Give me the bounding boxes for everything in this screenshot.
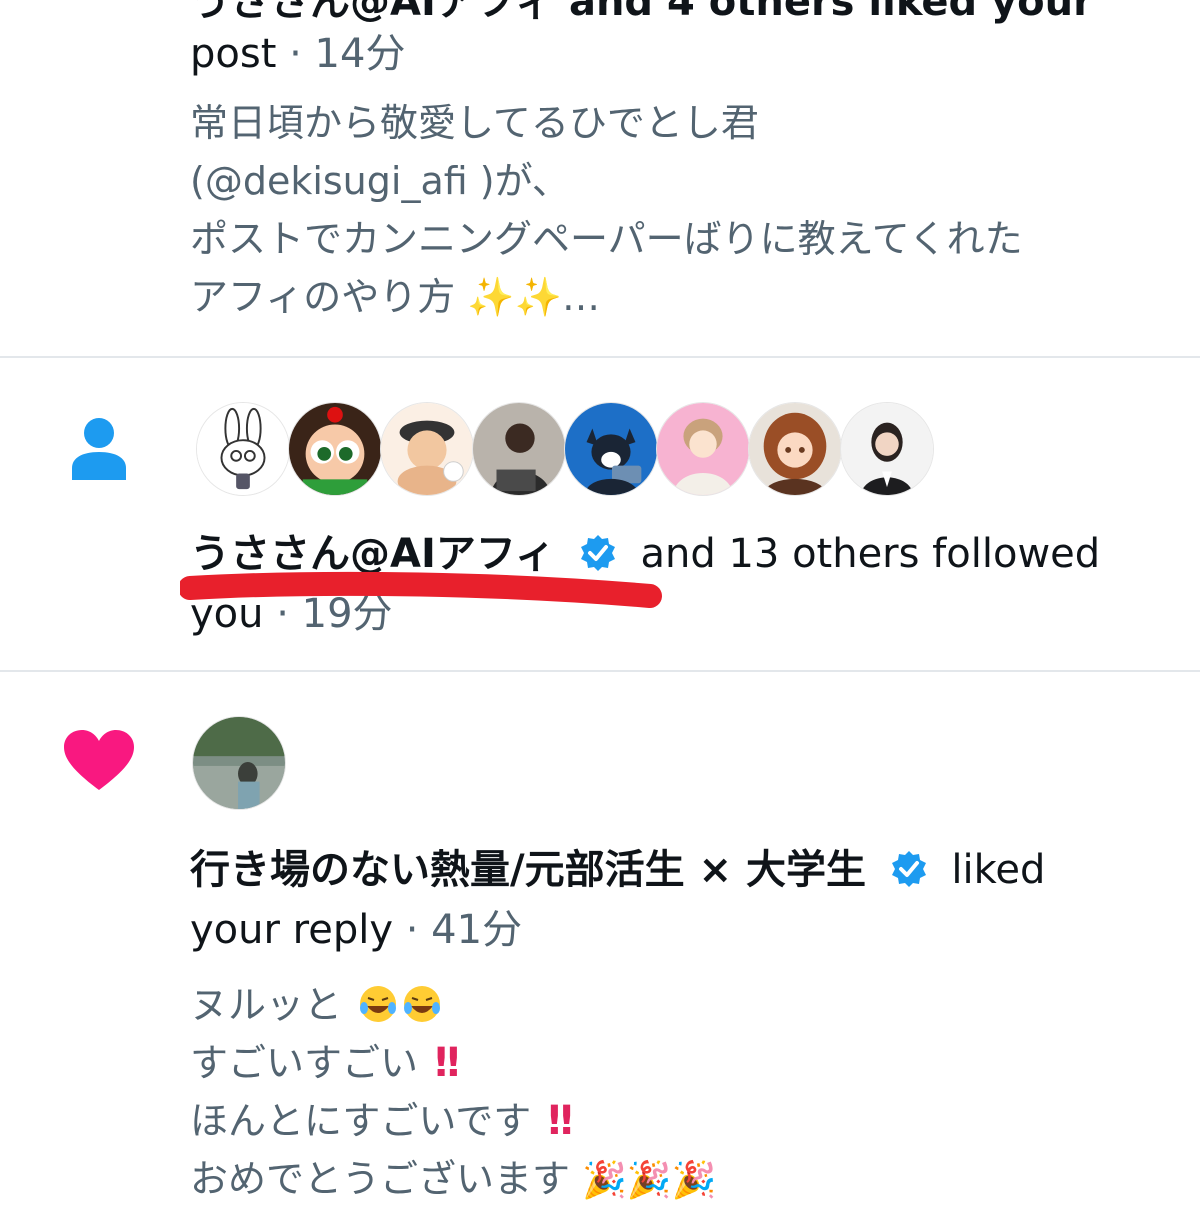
double-exclamation-icon: !! [545, 1098, 576, 1144]
divider [0, 356, 1200, 358]
avatar-woman-photo[interactable] [840, 402, 934, 496]
post-line: (@dekisugi_afi )が、 [190, 159, 570, 203]
laughing-emoji-icon [360, 986, 397, 1022]
verified-badge-icon [580, 535, 615, 571]
avatar-rabbit[interactable] [196, 402, 290, 496]
reply-line: ほんとにすごいです!! [190, 1092, 717, 1150]
divider [0, 670, 1200, 672]
avatar-cartoon-character[interactable] [380, 402, 474, 496]
heart-icon [64, 730, 134, 790]
avatar-woman-illustration[interactable] [656, 402, 750, 496]
party-popper-icon: 🎉🎉🎉 [582, 1160, 717, 1201]
avatar-dog[interactable] [564, 402, 658, 496]
post-line: アフィのやり方 ✨✨… [190, 275, 600, 319]
like-text-line2: your reply · 41分 [190, 907, 523, 953]
avatar-anime-girl[interactable] [748, 402, 842, 496]
red-highlight-mark [180, 571, 662, 608]
verified-badge-icon [891, 851, 926, 887]
reply-line: ヌルッと [190, 976, 717, 1034]
notification-header-cut: うささん@AIアフィ and 4 others liked your [190, 0, 1093, 25]
post-word: post [190, 31, 277, 77]
reply-line: すごいすごい!! [190, 1034, 717, 1092]
post-preview[interactable]: 常日頃から敬愛してるひでとし君 (@dekisugi_afi )が、 ポストでカ… [190, 94, 1023, 326]
notification-header-line2: post · 14分 [190, 31, 406, 77]
double-exclamation-icon: !! [432, 1040, 463, 1086]
avatar-liker[interactable] [192, 716, 286, 810]
person-icon [72, 418, 126, 480]
avatar-man-laptop[interactable] [472, 402, 566, 496]
like-text: 行き場のない熱量/元部活生 × 大学生 liked [190, 844, 1045, 896]
reply-line: おめでとうございます 🎉🎉🎉 [190, 1157, 717, 1201]
avatar-cartoon-girl[interactable] [288, 402, 382, 496]
reply-preview[interactable]: ヌルッと すごいすごい!! ほんとにすごいです!! おめでとうございます 🎉🎉🎉 [190, 976, 717, 1210]
sparkles-icon: ✨✨ [467, 275, 562, 319]
timestamp: 14分 [314, 31, 406, 77]
user-name[interactable]: 行き場のない熱量/元部活生 × 大学生 [190, 847, 866, 893]
post-line: 常日頃から敬愛してるひでとし君 [190, 101, 759, 145]
post-line: ポストでカンニングペーパーばりに教えてくれた [190, 217, 1023, 261]
like-action: liked [951, 847, 1046, 893]
timestamp: 41分 [431, 907, 523, 953]
follow-action: and 13 others followed [640, 531, 1101, 577]
laughing-emoji-icon [404, 986, 441, 1022]
